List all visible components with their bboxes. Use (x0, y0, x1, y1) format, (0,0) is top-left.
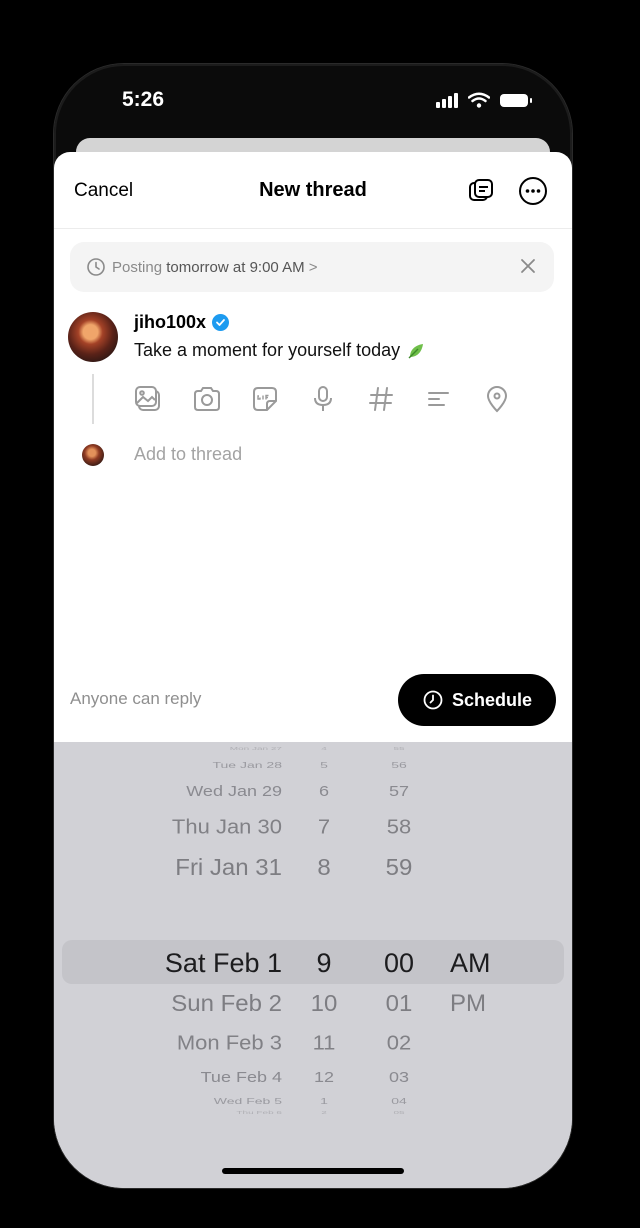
banner-prefix: Posting (112, 258, 163, 276)
attachment-toolbar (134, 384, 512, 414)
picker-option[interactable]: Wed Feb 5 (214, 1097, 282, 1106)
status-time: 5:26 (122, 88, 165, 111)
picker-option[interactable]: 9 (304, 950, 344, 977)
close-icon[interactable] (518, 256, 538, 276)
banner-when: tomorrow at 9:00 AM (166, 258, 305, 276)
leaf-emoji-icon (408, 343, 424, 358)
picker-option[interactable]: 01 (376, 992, 422, 1016)
avatar (68, 312, 118, 362)
new-thread-sheet: Cancel New thread Posting tomorrow at 9:… (54, 152, 572, 1188)
schedule-banner[interactable]: Posting tomorrow at 9:00 AM > (70, 242, 554, 292)
picker-option[interactable]: Tue Feb 4 (201, 1070, 282, 1085)
signal-icon (436, 92, 458, 108)
picker-option[interactable]: 55 (376, 747, 422, 752)
picker-option[interactable]: Mon Jan 27 (230, 747, 282, 752)
picker-option[interactable]: Sun Feb 2 (171, 992, 282, 1016)
picker-option[interactable]: 6 (304, 784, 344, 799)
picker-option[interactable]: Tue Jan 28 (212, 761, 282, 770)
picker-option[interactable]: 04 (376, 1097, 422, 1106)
drafts-icon[interactable] (466, 176, 496, 206)
add-to-thread-input[interactable]: Add to thread (134, 444, 242, 465)
picker-option[interactable]: 7 (304, 816, 344, 837)
picker-option[interactable]: 1 (304, 1097, 344, 1106)
picker-option[interactable]: Fri Jan 31 (175, 856, 282, 880)
post-text-row[interactable]: Take a moment for yourself today (134, 340, 426, 361)
picker-option[interactable]: 5 (304, 761, 344, 770)
post-text[interactable]: Take a moment for yourself today (134, 340, 400, 361)
picker-option[interactable]: 8 (304, 856, 344, 880)
status-bar: 5:26 (54, 64, 572, 144)
picker-minute-column[interactable]: 55 56 57 58 59 00 01 02 03 04 05 (376, 742, 422, 1188)
picker-option[interactable]: 02 (376, 1032, 422, 1053)
battery-icon (500, 93, 532, 107)
picker-option[interactable]: 05 (376, 1111, 422, 1116)
microphone-icon[interactable] (308, 384, 338, 414)
nav-bar: Cancel New thread (54, 152, 572, 229)
username-row: jiho100x (134, 312, 230, 333)
reply-permission-button[interactable]: Anyone can reply (70, 689, 201, 709)
picker-option[interactable]: Mon Feb 3 (177, 1032, 282, 1053)
avatar-small (82, 444, 104, 466)
gallery-icon[interactable] (134, 384, 164, 414)
phone-frame: 5:26 Cancel New thread Posting tomorrow … (54, 64, 572, 1188)
date-time-picker[interactable]: Mon Jan 27 Tue Jan 28 Wed Jan 29 Thu Jan 30… (54, 742, 572, 1188)
picker-option[interactable]: 03 (376, 1070, 422, 1085)
picker-option[interactable]: 59 (376, 856, 422, 880)
picker-option[interactable]: Thu Jan 30 (172, 816, 282, 837)
picker-option[interactable]: 00 (376, 950, 422, 977)
gif-icon[interactable] (250, 384, 280, 414)
picker-option[interactable]: 4 (304, 747, 344, 752)
banner-chevron: > (308, 258, 318, 276)
picker-option[interactable]: 2 (304, 1111, 344, 1116)
camera-icon[interactable] (192, 384, 222, 414)
clock-icon (423, 690, 443, 710)
picker-option[interactable]: 11 (304, 1032, 344, 1053)
schedule-button[interactable]: Schedule (398, 674, 556, 726)
picker-option[interactable]: 57 (376, 784, 422, 799)
verified-badge-icon (212, 314, 230, 331)
picker-option[interactable]: Wed Jan 29 (186, 784, 282, 799)
picker-option[interactable]: 58 (376, 816, 422, 837)
thread-line (92, 374, 94, 424)
picker-option[interactable]: 10 (304, 992, 344, 1016)
status-icons (436, 92, 532, 108)
location-icon[interactable] (482, 384, 512, 414)
poll-icon[interactable] (424, 384, 454, 414)
picker-option[interactable]: PM (450, 992, 486, 1016)
picker-option[interactable]: 56 (376, 761, 422, 770)
schedule-button-label: Schedule (451, 689, 533, 710)
picker-hour-column[interactable]: 4 5 6 7 8 9 10 11 12 1 2 (304, 742, 344, 1188)
picker-option[interactable]: AM (450, 950, 491, 977)
picker-option[interactable]: 12 (304, 1070, 344, 1085)
picker-option[interactable]: Thu Feb 6 (236, 1111, 282, 1116)
home-indicator (222, 1168, 404, 1174)
clock-icon (87, 258, 105, 276)
hashtag-icon[interactable] (366, 384, 396, 414)
picker-option[interactable]: Sat Feb 1 (165, 950, 282, 977)
more-options-icon[interactable] (518, 176, 548, 206)
username: jiho100x (134, 312, 207, 332)
banner-text: Posting tomorrow at 9:00 AM > (112, 259, 318, 276)
wifi-icon (468, 92, 490, 108)
